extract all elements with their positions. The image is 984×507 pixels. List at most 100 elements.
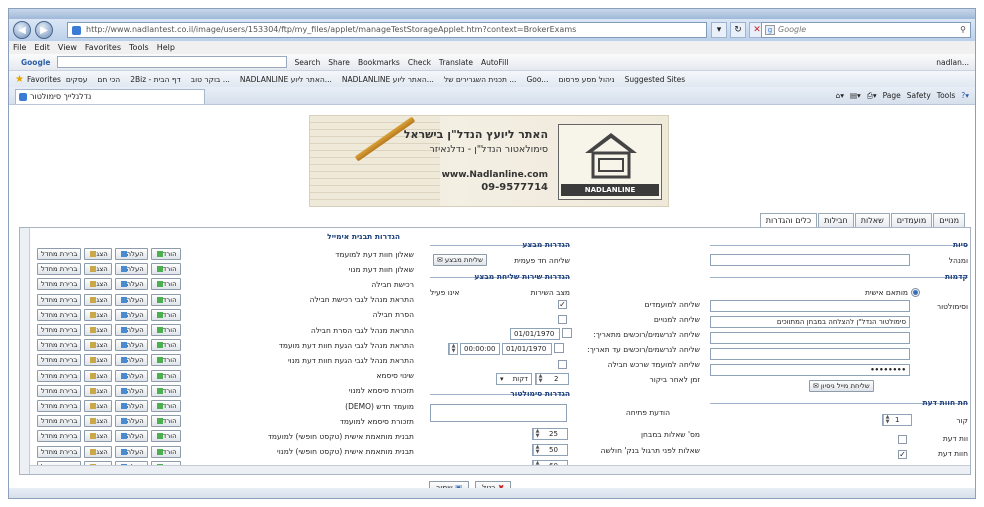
toolbar-autofill[interactable]: AutoFill (481, 58, 508, 67)
spinner-arrows-icon[interactable]: ▲▼ (536, 374, 544, 384)
default-button[interactable]: ברירת מחדל (37, 354, 82, 367)
forward-button[interactable]: ▶ (35, 21, 53, 39)
download-button[interactable]: הורד (150, 430, 181, 443)
toolbar-search[interactable]: Search (295, 58, 321, 67)
calendar-icon[interactable] (554, 343, 564, 353)
send-campaign-button[interactable]: ✉ שליחת מבצע (433, 254, 487, 266)
download-button[interactable]: הורד (150, 339, 181, 352)
home-icon[interactable]: ⌂▾ (835, 90, 844, 102)
date-input[interactable]: 01/01/1970 (502, 343, 552, 355)
toolbar-bookmarks[interactable]: Bookmarks (358, 58, 400, 67)
search-input[interactable]: g Google ⚲ (761, 22, 971, 38)
upload-button[interactable]: העלה (114, 400, 148, 412)
upload-button[interactable]: העלה (114, 293, 148, 306)
unit-select[interactable]: דקות ▾ (496, 373, 532, 385)
upload-button[interactable]: העלה (114, 384, 148, 397)
default-button[interactable]: ברירת מחדל (37, 248, 82, 260)
upload-button[interactable]: העלה (114, 278, 148, 291)
download-button[interactable]: הורד (150, 248, 181, 260)
fav-link[interactable]: Goo... (526, 75, 548, 84)
view-button[interactable]: הצג (84, 263, 112, 276)
google-toolbar-input[interactable] (56, 56, 287, 68)
fav-link[interactable]: NADLANLINE האתר ליוע... (240, 75, 332, 84)
view-button[interactable]: הצג (84, 384, 112, 397)
service-checkbox[interactable] (558, 315, 567, 324)
custom-radio[interactable] (911, 287, 920, 297)
back-button[interactable]: ◀ (13, 21, 31, 39)
opening-message-input[interactable] (430, 404, 567, 422)
spinner-arrows-icon[interactable]: ▲▼ (883, 415, 891, 425)
cmd-tools[interactable]: Tools (937, 90, 955, 102)
fav-link[interactable]: NADLANLINE האתר ליוע... (342, 75, 434, 84)
default-button[interactable]: ברירת מחדל (37, 430, 82, 443)
view-button[interactable]: הצג (84, 293, 112, 306)
upload-button[interactable]: העלה (114, 445, 148, 458)
default-button[interactable]: ברירת מחדל (37, 445, 82, 458)
menu-tools[interactable]: Tools (129, 41, 149, 54)
service-checkbox[interactable]: ✓ (558, 300, 567, 309)
fav-link[interactable]: ניהול מסע פרסום (558, 75, 614, 84)
default-button[interactable]: ברירת מחדל (37, 339, 82, 352)
fav-link[interactable]: Suggested Sites (625, 75, 686, 84)
opinion2-checkbox[interactable]: ✓ (898, 450, 907, 459)
fav-link[interactable]: עסקים (66, 75, 88, 84)
upload-button[interactable]: העלה (114, 354, 148, 367)
service-checkbox[interactable] (558, 360, 567, 369)
opinion-checkbox[interactable] (898, 435, 907, 444)
default-button[interactable]: ברירת מחדל (37, 400, 82, 412)
view-button[interactable]: הצג (84, 400, 112, 412)
print-icon[interactable]: ⎙▾ (867, 90, 877, 102)
url-field[interactable]: http://www.nadlantest.co.il/image/users/… (67, 22, 707, 38)
view-button[interactable]: הצג (84, 354, 112, 367)
favorites-star-icon[interactable]: ★ (15, 74, 24, 85)
browser-tab[interactable]: נדלנלייך סימולטור (15, 89, 205, 104)
view-button[interactable]: הצג (84, 324, 112, 336)
spinner-arrows-icon[interactable]: ▲▼ (533, 445, 541, 455)
menu-help[interactable]: Help (157, 41, 175, 54)
toolbar-check[interactable]: Check (408, 58, 431, 67)
default-button[interactable]: ברירת מחדל (37, 293, 82, 306)
upload-button[interactable]: העלה (114, 369, 148, 382)
download-button[interactable]: הורד (150, 354, 181, 367)
download-button[interactable]: הורד (150, 324, 181, 336)
download-button[interactable]: הורד (150, 384, 181, 397)
upload-button[interactable]: העלה (114, 339, 148, 352)
download-button[interactable]: הורד (150, 400, 181, 412)
download-button[interactable]: הורד (150, 308, 181, 321)
test-mail-button[interactable]: ✉ שליחת מייל ניסיון (809, 380, 874, 392)
fav-link[interactable]: 2Biz - דף הבית (130, 75, 181, 84)
view-button[interactable]: הצג (84, 415, 112, 428)
favorites-label[interactable]: Favorites (27, 75, 61, 84)
compat-view-icon[interactable]: ▾ (711, 22, 727, 38)
time-spinner[interactable]: ▲ ▼ (448, 343, 458, 355)
menu-edit[interactable]: Edit (34, 41, 50, 54)
tab-packages[interactable]: חבילות (818, 213, 854, 227)
calendar-icon[interactable] (562, 328, 572, 338)
manager-input[interactable] (710, 254, 910, 266)
download-button[interactable]: הורד (150, 293, 181, 306)
cmd-page[interactable]: Page (883, 90, 901, 102)
refresh-icon[interactable]: ↻ (730, 22, 746, 38)
fav-link[interactable]: תכנית השגרירים של ... (444, 75, 517, 84)
password-input[interactable]: •••••••• (710, 364, 910, 376)
view-button[interactable]: הצג (84, 308, 112, 321)
download-button[interactable]: הורד (150, 263, 181, 276)
default-button[interactable]: ברירת מחדל (37, 324, 82, 336)
download-button[interactable]: הורד (150, 278, 181, 291)
tab-subscribers[interactable]: מנויים (933, 213, 965, 227)
date-input[interactable]: 01/01/1970 (510, 328, 560, 340)
time-input[interactable]: 00:00:00 (460, 343, 500, 355)
field-input[interactable] (710, 332, 910, 344)
spinner-arrows-icon[interactable]: ▲▼ (449, 344, 457, 354)
upload-button[interactable]: העלה (114, 263, 148, 276)
tab-tools-settings[interactable]: כלים והגדרות (759, 213, 818, 227)
horizontal-scrollbar[interactable] (30, 465, 970, 474)
view-button[interactable]: הצג (84, 369, 112, 382)
default-button[interactable]: ברירת מחדל (37, 384, 82, 397)
tab-questions[interactable]: שאלות (854, 213, 890, 227)
magnifier-icon[interactable]: ⚲ (960, 23, 966, 37)
download-button[interactable]: הורד (150, 369, 181, 382)
upload-button[interactable]: העלה (114, 248, 148, 260)
default-button[interactable]: ברירת מחדל (37, 308, 82, 321)
upload-button[interactable]: העלה (114, 430, 148, 443)
